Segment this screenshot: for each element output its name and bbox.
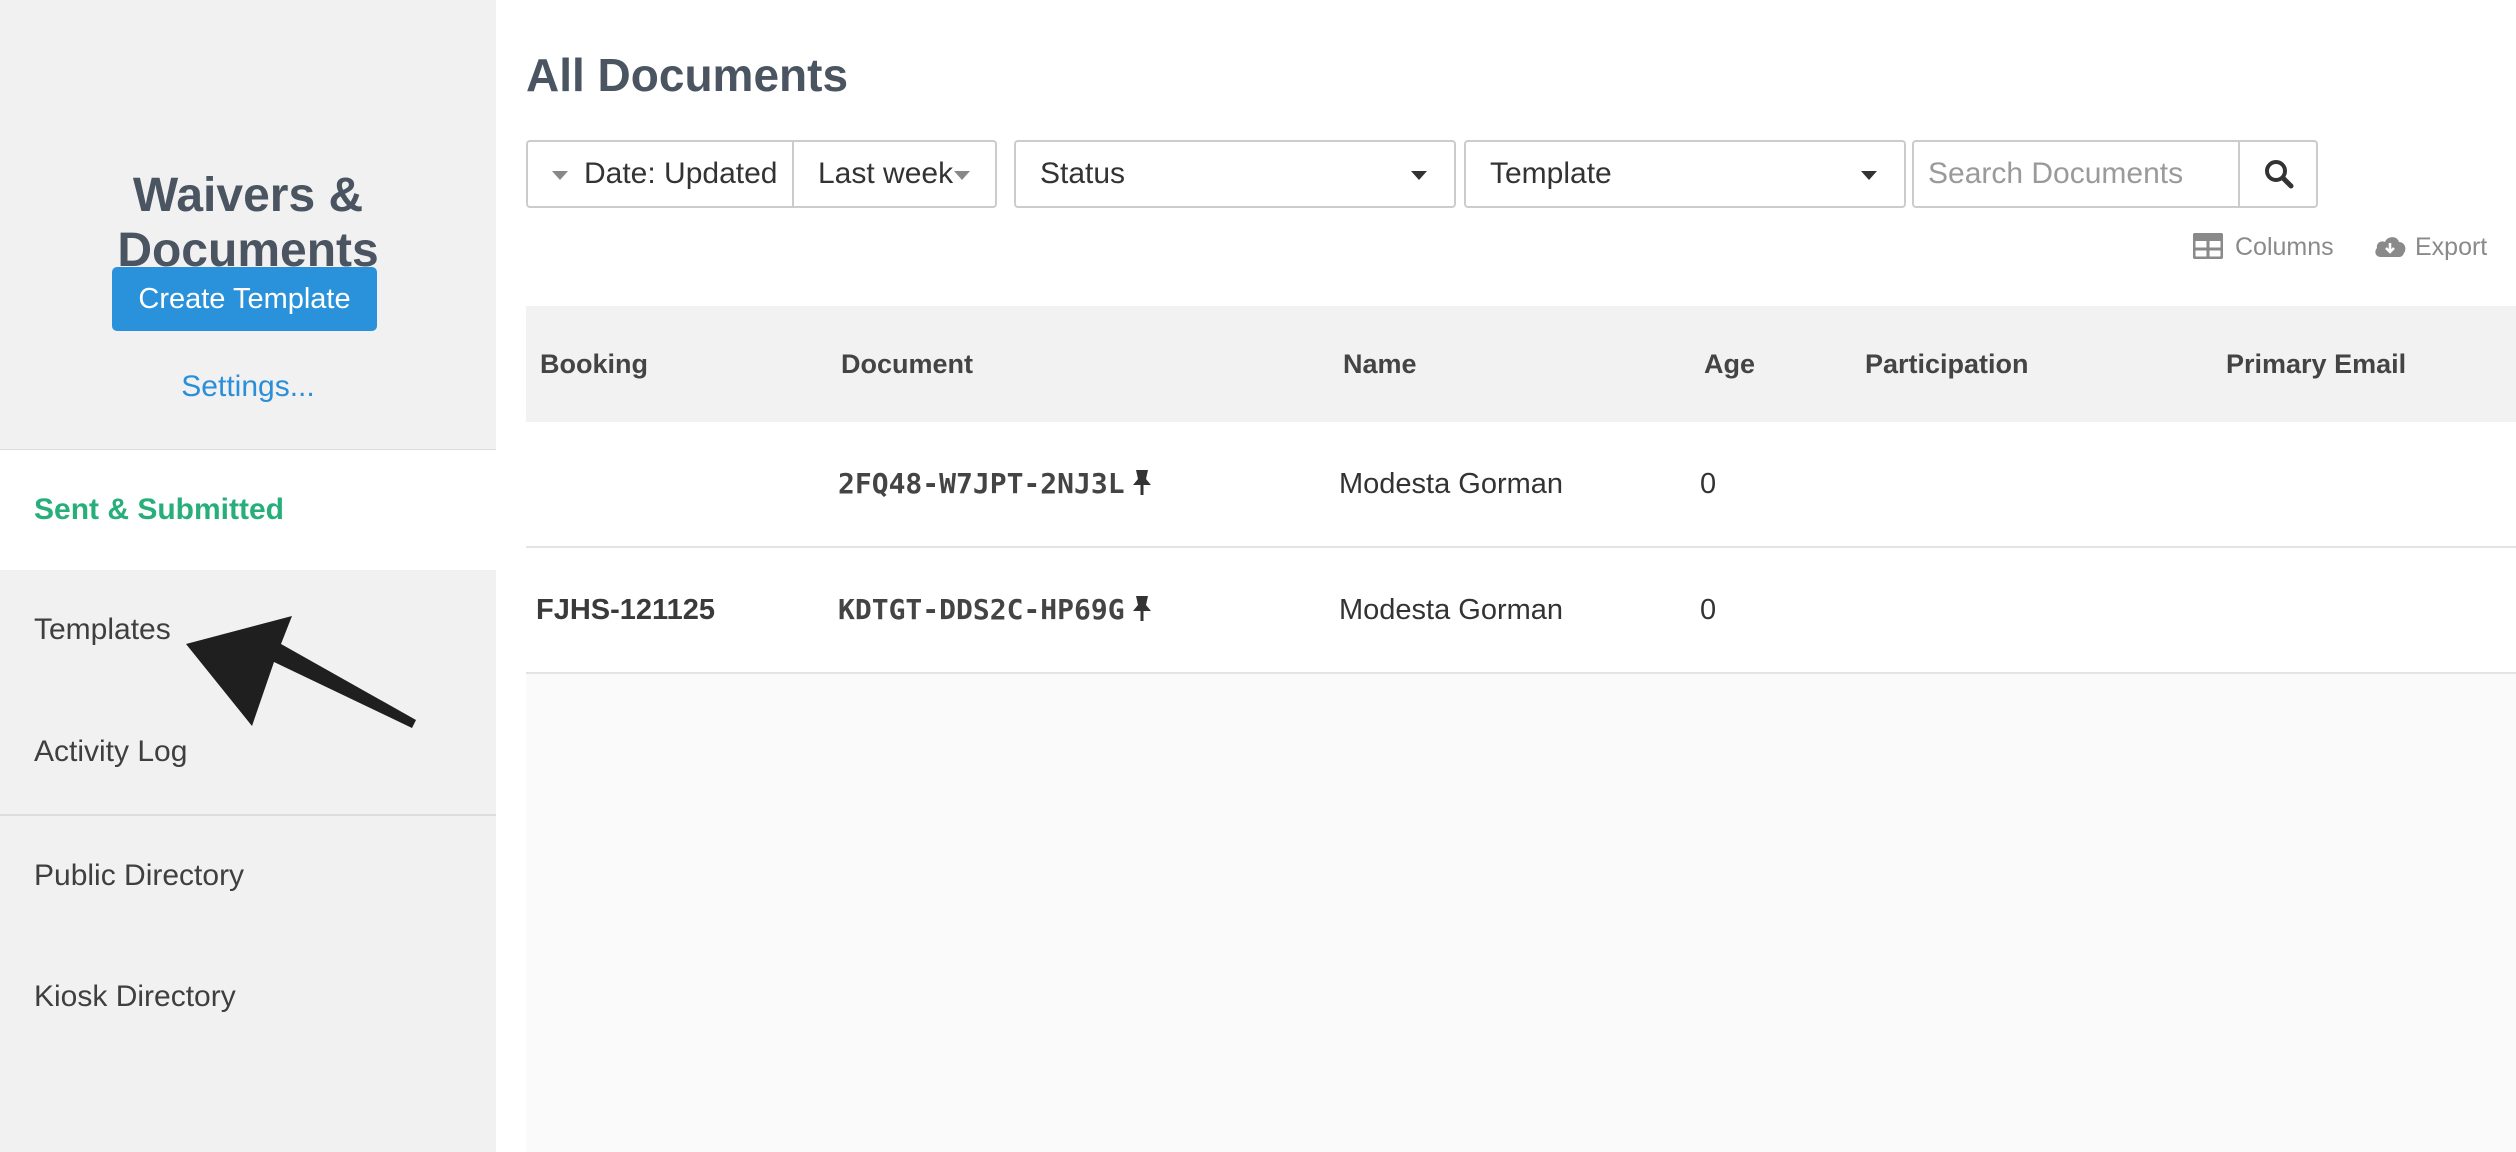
- search-icon: [2265, 160, 2294, 189]
- date-field-label: Date: Updated: [584, 157, 778, 190]
- document-cell[interactable]: 2FQ48-W7JPT-2NJ3L: [838, 422, 1153, 546]
- search-button[interactable]: [2238, 142, 2318, 206]
- table-row[interactable]: 2FQ48-W7JPT-2NJ3L Modesta Gorman 0: [526, 422, 2516, 548]
- column-header-document[interactable]: Document: [841, 306, 973, 422]
- name-cell: Modesta Gorman: [1339, 468, 1564, 500]
- date-range-dropdown[interactable]: Last week: [794, 142, 995, 206]
- caret-down-icon: [1861, 171, 1877, 180]
- table-row[interactable]: FJHS-121125 KDTGT-DDS2C-HP69G Modesta Go…: [526, 548, 2516, 674]
- search-box: [1912, 140, 2318, 208]
- caret-down-icon: [552, 171, 568, 180]
- create-template-button[interactable]: Create Template: [112, 267, 377, 331]
- document-id: 2FQ48-W7JPT-2NJ3L: [838, 467, 1125, 500]
- annotation-arrow-icon: [186, 616, 416, 728]
- column-header-name[interactable]: Name: [1343, 306, 1417, 422]
- sidebar-item-public-directory[interactable]: Public Directory: [0, 816, 496, 936]
- column-header-participation[interactable]: Participation: [1865, 306, 2029, 422]
- sidebar-item-kiosk-directory[interactable]: Kiosk Directory: [0, 937, 496, 1057]
- columns-button[interactable]: Columns: [2193, 230, 2334, 264]
- export-label: Export: [2415, 233, 2488, 261]
- date-filter-group: Date: Updated Last week: [526, 140, 997, 208]
- main-content: All Documents Date: Updated Last week St…: [496, 0, 2516, 1152]
- booking-cell: FJHS-121125: [536, 594, 715, 626]
- column-header-booking[interactable]: Booking: [540, 306, 648, 422]
- settings-link[interactable]: Settings...: [0, 370, 496, 404]
- date-field-dropdown[interactable]: Date: Updated: [528, 142, 794, 206]
- search-input[interactable]: [1914, 142, 2236, 206]
- columns-label: Columns: [2235, 233, 2334, 261]
- status-select[interactable]: Status: [1014, 140, 1456, 208]
- name-cell: Modesta Gorman: [1339, 594, 1564, 626]
- page-title: All Documents: [526, 49, 849, 101]
- sidebar: Waivers & Documents Create Template Sett…: [0, 0, 496, 1152]
- export-button[interactable]: Export: [2373, 230, 2493, 264]
- pin-icon: [1132, 596, 1151, 621]
- document-id: KDTGT-DDS2C-HP69G: [838, 593, 1125, 626]
- pin-icon: [1132, 470, 1151, 495]
- table-header: Booking Document Name Age Participation …: [526, 306, 2516, 422]
- age-cell: 0: [1700, 468, 1717, 500]
- caret-down-icon: [954, 171, 970, 180]
- column-header-primary-email[interactable]: Primary Email: [2226, 306, 2406, 422]
- date-range-label: Last week: [818, 157, 954, 190]
- status-select-label: Status: [1040, 157, 1126, 190]
- sidebar-item-sent-submitted[interactable]: Sent & Submitted: [0, 450, 496, 570]
- documents-table: Booking Document Name Age Participation …: [526, 306, 2516, 1152]
- caret-down-icon: [1411, 171, 1427, 180]
- age-cell: 0: [1700, 594, 1717, 626]
- template-select[interactable]: Template: [1464, 140, 1906, 208]
- sidebar-title: Waivers & Documents: [117, 169, 379, 277]
- table-columns-icon: [2193, 233, 2223, 259]
- document-cell[interactable]: KDTGT-DDS2C-HP69G: [838, 548, 1153, 672]
- cloud-download-icon: [2375, 237, 2406, 257]
- column-header-age[interactable]: Age: [1704, 306, 1755, 422]
- template-select-label: Template: [1490, 157, 1612, 190]
